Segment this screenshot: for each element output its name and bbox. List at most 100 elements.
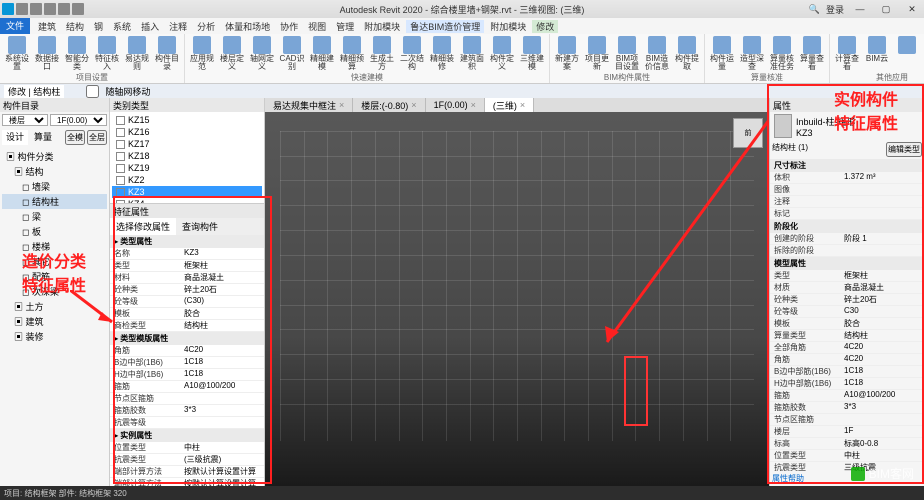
prop-row[interactable]: 角筋4C20	[770, 354, 924, 366]
ribbon-智能分类[interactable]: 智能分类	[63, 36, 91, 71]
prop-row[interactable]: 箍筋A10@100/200	[770, 390, 924, 402]
prop-val[interactable]: 碎土20石	[184, 284, 260, 295]
qat-redo-icon[interactable]	[58, 3, 70, 15]
prop-section[interactable]: ▸ 实例属性	[110, 429, 264, 442]
tree-item[interactable]: ▣ 装修	[2, 329, 107, 344]
search-icon[interactable]: 🔍	[809, 4, 820, 15]
tree-item[interactable]: ◻ 结构柱	[2, 194, 107, 209]
close-tab-icon[interactable]: ×	[520, 100, 525, 110]
prop-row[interactable]: 注释	[770, 196, 924, 208]
menu-steel[interactable]: 钢	[90, 20, 107, 33]
prop-val[interactable]: 3*3	[844, 402, 920, 413]
user-label[interactable]: 登录	[826, 3, 844, 16]
prop-section[interactable]: 阶段化	[770, 220, 924, 233]
tree-item[interactable]: ▣ 结构	[2, 164, 107, 179]
prop-row[interactable]: 类型框架柱	[770, 270, 924, 282]
prop-val[interactable]: 1F	[844, 426, 920, 437]
view-tab[interactable]: 1F(0.00) ×	[426, 98, 485, 112]
ribbon-精细建模[interactable]: 精细建模	[308, 36, 336, 71]
ribbon-计算查看[interactable]: 计算查看	[833, 36, 861, 71]
list-item[interactable]: KZ19	[112, 162, 262, 174]
prop-val[interactable]: 框架柱	[184, 260, 260, 271]
prop-row[interactable]: 材质商品混凝土	[770, 282, 924, 294]
prop-val[interactable]: 胶合	[844, 318, 920, 329]
prop-val[interactable]: C30	[844, 306, 920, 317]
prop-val[interactable]: 结构柱	[844, 330, 920, 341]
close-tab-icon[interactable]: ×	[411, 100, 416, 110]
prop-row[interactable]: 抗震类型(三级抗震)	[110, 454, 264, 466]
prop-row[interactable]: 全部角筋4C20	[770, 342, 924, 354]
list-item[interactable]: KZ16	[112, 126, 262, 138]
prop-val[interactable]: (C30)	[184, 296, 260, 307]
ribbon-BIM项目设置[interactable]: BIM项目设置	[613, 36, 641, 71]
tree-item[interactable]: ◻ 梁	[2, 209, 107, 224]
list-item[interactable]: KZ2	[112, 174, 262, 186]
ribbon-构件定义[interactable]: 构件定义	[488, 36, 516, 71]
prop-row[interactable]: 拆除的阶段	[770, 245, 924, 257]
prop-row[interactable]: 体积1.372 m³	[770, 172, 924, 184]
prop-val[interactable]: 框架柱	[844, 270, 920, 281]
prop-val[interactable]: 3*3	[184, 405, 260, 416]
menu-analyze[interactable]: 分析	[193, 20, 219, 33]
prop-row[interactable]: 箍筋A10@100/200	[110, 381, 264, 393]
ribbon-系统设置[interactable]: 系统设置	[3, 36, 31, 71]
ribbon-构件运量[interactable]: 构件运量	[708, 36, 736, 71]
menu-massing[interactable]: 体量和场地	[221, 20, 274, 33]
ribbon-[interactable]	[893, 36, 921, 71]
list-item[interactable]: KZ3	[112, 186, 262, 198]
prop-row[interactable]: 端部计算方法按默认计算设置计算	[110, 478, 264, 486]
close-tab-icon[interactable]: ×	[339, 100, 344, 110]
prop-val[interactable]	[844, 208, 920, 219]
close-tab-icon[interactable]: ×	[471, 100, 476, 110]
ribbon-建筑面积[interactable]: 建筑面积	[458, 36, 486, 71]
prop-val[interactable]: 4C20	[844, 342, 920, 353]
qat-save-icon[interactable]	[30, 3, 42, 15]
ribbon-二次结构[interactable]: 二次结构	[398, 36, 426, 71]
btn-all-floor[interactable]: 全层	[87, 130, 107, 145]
ribbon-生成土方[interactable]: 生成土方	[368, 36, 396, 71]
ribbon-BIM造价信息[interactable]: BIM造价信息	[643, 36, 671, 71]
prop-val[interactable]: A10@100/200	[844, 390, 920, 401]
prop-row[interactable]: 抗震等级	[110, 417, 264, 429]
menu-view[interactable]: 视图	[304, 20, 330, 33]
prop-val[interactable]: 中柱	[844, 450, 920, 461]
qat-print-icon[interactable]	[72, 3, 84, 15]
prop-section[interactable]: 模型属性	[770, 257, 924, 270]
ribbon-楼层定义[interactable]: 楼层定义	[218, 36, 246, 71]
prop-tab-edit[interactable]: 选择修改属性	[110, 218, 176, 235]
prop-val[interactable]: 4C20	[184, 345, 260, 356]
ribbon-数据接口[interactable]: 数据接口	[33, 36, 61, 71]
prop-val[interactable]: 按默认计算设置计算	[184, 478, 260, 486]
ribbon-构件目录[interactable]: 构件目录	[153, 36, 181, 71]
prop-val[interactable]: 商品混凝土	[844, 282, 920, 293]
ribbon-精细预算[interactable]: 精细预算	[338, 36, 366, 71]
prop-val[interactable]: 商品混凝土	[184, 272, 260, 283]
prop-val[interactable]	[184, 393, 260, 404]
prop-val[interactable]: 1C18	[844, 366, 920, 377]
list-item[interactable]: KZ18	[112, 150, 262, 162]
tree-item[interactable]: ◻ 配筋	[2, 269, 107, 284]
tree-item[interactable]: ◻ 墙梁	[2, 179, 107, 194]
prop-val[interactable]: (三级抗震)	[184, 454, 260, 465]
prop-row[interactable]: H边中部(1B6)1C18	[110, 369, 264, 381]
minimize-button[interactable]: —	[850, 4, 870, 14]
prop-section[interactable]: ▸ 类型属性	[110, 235, 264, 248]
view-tab[interactable]: (三维) ×	[485, 98, 534, 112]
prop-row[interactable]: 节点区箍筋	[110, 393, 264, 405]
prop-val[interactable]: 阶段 1	[844, 233, 920, 244]
prop-val[interactable]: 胶合	[184, 308, 260, 319]
prop-val[interactable]: 标高0-0.8	[844, 438, 920, 449]
prop-row[interactable]: B边中部筋(1B6)1C18	[770, 366, 924, 378]
list-item[interactable]: KZ15	[112, 114, 262, 126]
tree-item[interactable]: ◻ 楼梯	[2, 239, 107, 254]
properties-help-link[interactable]: 属性帮助	[772, 473, 804, 484]
prop-row[interactable]: 箍筋胶数3*3	[110, 405, 264, 417]
tree-item[interactable]: ◻ 板	[2, 224, 107, 239]
view-tab[interactable]: 易达规集中框注 ×	[265, 98, 353, 112]
floor-dropdown[interactable]: 楼层	[2, 114, 48, 126]
prop-row[interactable]: H边中部筋(1B6)1C18	[770, 378, 924, 390]
prop-row[interactable]: 商检类型结构柱	[110, 320, 264, 332]
menu-manage[interactable]: 管理	[332, 20, 358, 33]
menu-bim-cost[interactable]: 鲁达BIM造价管理	[406, 20, 484, 33]
file-tab[interactable]: 文件	[0, 18, 30, 34]
